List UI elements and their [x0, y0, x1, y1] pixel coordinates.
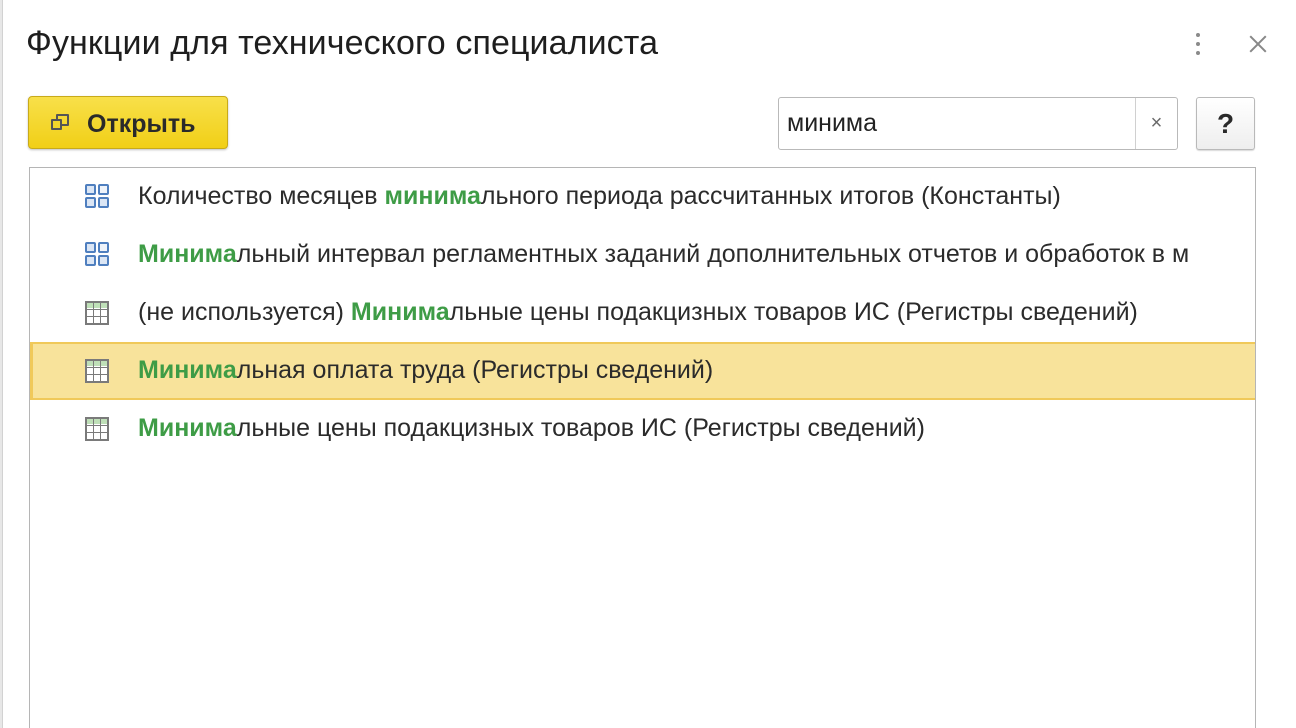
list-item-label: Минимальные цены подакцизных товаров ИС … — [138, 414, 925, 442]
list-item-label: (не используется) Минимальные цены подак… — [138, 298, 1138, 326]
clear-icon: × — [1150, 112, 1163, 134]
close-button[interactable] — [1244, 30, 1272, 58]
list-item[interactable]: Количество месяцев минимального периода … — [30, 168, 1255, 226]
list-item-label: Минимальная оплата труда (Регистры сведе… — [138, 356, 714, 384]
search-match: Минима — [138, 240, 237, 268]
constant-icon — [85, 242, 111, 268]
info-register-icon — [85, 359, 111, 385]
list-item-label: Количество месяцев минимального периода … — [138, 182, 1061, 210]
open-button[interactable]: Открыть — [28, 96, 228, 149]
constant-icon — [85, 184, 111, 210]
search-field[interactable]: × — [778, 97, 1178, 150]
search-input[interactable] — [779, 98, 1134, 149]
open-button-label: Открыть — [87, 110, 196, 138]
list-item[interactable]: (не используется) Минимальные цены подак… — [30, 284, 1255, 342]
info-register-icon — [85, 301, 111, 327]
help-button[interactable]: ? — [1196, 97, 1255, 150]
open-window-icon — [51, 114, 69, 131]
results-list[interactable]: Количество месяцев минимального периода … — [29, 167, 1256, 728]
list-item-label: Минимальный интервал регламентных задани… — [138, 240, 1190, 268]
help-icon: ? — [1216, 107, 1235, 139]
list-item[interactable]: Минимальный интервал регламентных задани… — [30, 226, 1255, 284]
more-actions-button[interactable] — [1184, 30, 1212, 58]
search-match: Минима — [350, 298, 450, 326]
list-item-selected[interactable]: Минимальная оплата труда (Регистры сведе… — [30, 342, 1255, 400]
search-match: Минима — [138, 356, 237, 384]
clear-search-button[interactable]: × — [1135, 98, 1177, 149]
more-vertical-icon — [1196, 33, 1200, 37]
window-title: Функции для технического специалиста — [26, 24, 659, 62]
info-register-icon — [85, 417, 111, 443]
search-match: минима — [384, 182, 481, 210]
more-vertical-icon-dot — [1196, 51, 1200, 55]
list-item[interactable]: Минимальные цены подакцизных товаров ИС … — [30, 400, 1255, 458]
window-left-edge — [0, 0, 3, 728]
more-vertical-icon-dot — [1196, 42, 1200, 46]
search-match: Минима — [138, 414, 237, 442]
